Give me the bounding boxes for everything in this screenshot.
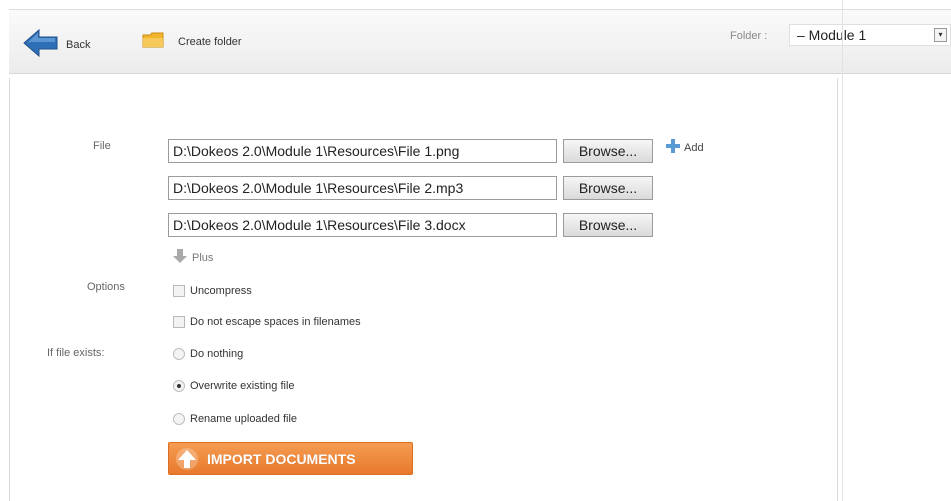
back-label: Back xyxy=(66,38,91,51)
file-input-3[interactable]: D:\Dokeos 2.0\Module 1\Resources\File 3.… xyxy=(168,213,557,237)
radio-button[interactable] xyxy=(173,413,185,425)
do-nothing-label: Do nothing xyxy=(190,348,244,360)
browse-button-1[interactable]: Browse... xyxy=(563,139,653,163)
overwrite-radio[interactable]: Overwrite existing file xyxy=(173,380,295,392)
back-arrow-icon xyxy=(22,28,60,61)
chevron-down-icon[interactable]: ▾ xyxy=(934,28,947,42)
if-exists-label: If file exists: xyxy=(47,347,105,359)
import-documents-button[interactable]: IMPORT DOCUMENTS xyxy=(168,442,413,475)
radio-button-checked[interactable] xyxy=(173,380,185,392)
uncompress-label: Uncompress xyxy=(190,285,252,297)
rename-label: Rename uploaded file xyxy=(190,413,298,425)
divider xyxy=(842,0,843,501)
browse-button-3[interactable]: Browse... xyxy=(563,213,653,237)
no-escape-spaces-checkbox[interactable]: Do not escape spaces in filenames xyxy=(173,316,361,328)
file-label: File xyxy=(93,140,111,152)
file-input-2[interactable]: D:\Dokeos 2.0\Module 1\Resources\File 2.… xyxy=(168,176,557,200)
plus-label: Plus xyxy=(192,251,214,264)
checkbox[interactable] xyxy=(173,285,185,297)
file-input-1[interactable]: D:\Dokeos 2.0\Module 1\Resources\File 1.… xyxy=(168,139,557,163)
browse-button-2[interactable]: Browse... xyxy=(563,176,653,200)
radio-button[interactable] xyxy=(173,348,185,360)
do-nothing-radio[interactable]: Do nothing xyxy=(173,348,243,360)
folder-select[interactable]: – Module 1 ▾ xyxy=(789,24,951,46)
no-escape-spaces-label: Do not escape spaces in filenames xyxy=(190,316,361,328)
create-folder-label: Create folder xyxy=(178,35,242,48)
rename-radio[interactable]: Rename uploaded file xyxy=(173,413,297,425)
add-label: Add xyxy=(684,141,704,154)
folder-icon xyxy=(142,30,164,53)
uncompress-checkbox[interactable]: Uncompress xyxy=(173,285,252,297)
import-documents-label: IMPORT DOCUMENTS xyxy=(207,450,356,467)
folder-label: Folder : xyxy=(730,30,768,42)
toolbar: Back Create folder Folder : – Module 1 ▾ xyxy=(9,9,951,74)
down-arrow-icon xyxy=(173,249,187,266)
upload-arrow-icon xyxy=(175,447,199,471)
plus-icon xyxy=(666,139,680,156)
create-folder-button[interactable]: Create folder xyxy=(142,30,242,53)
options-label: Options xyxy=(87,281,125,293)
back-button[interactable]: Back xyxy=(22,28,90,61)
checkbox[interactable] xyxy=(173,316,185,328)
folder-select-value: – Module 1 xyxy=(797,27,867,43)
add-file-button[interactable]: Add xyxy=(666,139,704,156)
overwrite-label: Overwrite existing file xyxy=(190,380,295,392)
plus-button[interactable]: Plus xyxy=(173,249,213,266)
